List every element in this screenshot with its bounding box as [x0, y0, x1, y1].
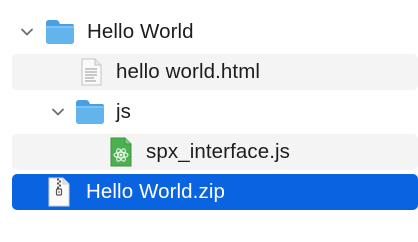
- row-label: hello world.html: [116, 60, 261, 83]
- folder-icon: [44, 17, 76, 47]
- row-label: spx_interface.js: [146, 140, 291, 163]
- javascript-document-icon: [108, 136, 134, 168]
- zip-archive-icon: [46, 176, 72, 208]
- html-document-icon: [78, 57, 104, 87]
- list-row-js-folder[interactable]: js: [12, 94, 418, 130]
- folder-icon: [74, 97, 106, 127]
- row-label: js: [116, 100, 132, 123]
- list-row-hello-world-zip[interactable]: Hello World.zip: [12, 174, 418, 210]
- list-row-spx-interface-js[interactable]: spx_interface.js: [12, 134, 418, 170]
- row-label: Hello World: [87, 20, 194, 43]
- list-row-hello-world-html[interactable]: hello world.html: [12, 54, 418, 90]
- file-list: Hello World hello world.html js spx_inte…: [0, 0, 418, 242]
- list-row-hello-world-folder[interactable]: Hello World: [12, 14, 418, 50]
- chevron-down-icon[interactable]: [20, 25, 34, 39]
- chevron-down-icon[interactable]: [51, 105, 65, 119]
- row-label: Hello World.zip: [86, 180, 225, 203]
